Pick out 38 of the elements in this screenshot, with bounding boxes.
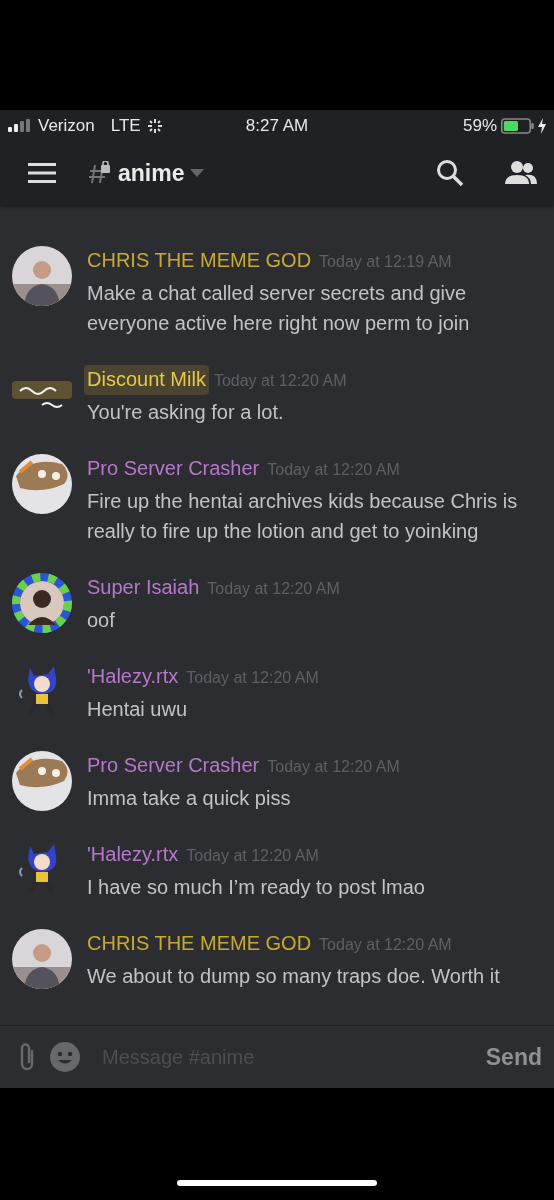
author-name[interactable]: Pro Server Crasher [87, 457, 260, 479]
charging-icon [538, 117, 546, 134]
signal-icon [8, 119, 32, 132]
author-name[interactable]: Pro Server Crasher [87, 754, 260, 776]
loading-icon [146, 117, 163, 134]
message-text: Fire up the hentai archives kids because Chris is really to fire up the lotion and get to yoinking [87, 489, 519, 544]
send-button[interactable]: Send [485, 1043, 542, 1071]
author-name[interactable]: 'Halezy.rtx [87, 665, 179, 687]
user-avatar[interactable] [12, 929, 72, 989]
members-icon[interactable] [504, 160, 538, 186]
emoji-icon[interactable] [50, 1042, 80, 1072]
message-text: You're asking for a lot. [87, 400, 285, 425]
battery-percent: 59% [462, 115, 497, 136]
message-text: We about to dump so many traps doe. Worth it [87, 964, 501, 989]
author-name[interactable]: CHRIS THE MEME GOD [87, 249, 312, 271]
attachment-icon[interactable] [18, 1042, 36, 1072]
author-name[interactable]: Discount Milk [87, 368, 206, 390]
user-avatar[interactable] [12, 573, 72, 633]
message-text: I have so much I’m ready to post lmao [87, 875, 426, 900]
message-text: Imma take a quick piss [87, 786, 292, 811]
channel-name[interactable]: anime [118, 159, 185, 187]
menu-icon[interactable] [28, 163, 56, 183]
locked-channel-icon [88, 161, 112, 185]
message-text: Make a chat called server secrets and give everyone active here right now perm to join [87, 281, 471, 336]
user-avatar[interactable] [12, 751, 72, 811]
user-avatar[interactable] [12, 246, 72, 306]
clock-time: 8:27 AM [245, 115, 309, 135]
message-text: Hentai uwu [87, 697, 189, 722]
search-icon[interactable] [436, 159, 464, 187]
carrier-name: Verizon [38, 115, 95, 136]
network-type: LTE [110, 115, 141, 136]
author-name[interactable]: Super Isaiah [87, 576, 200, 598]
author-name[interactable]: CHRIS THE MEME GOD [87, 932, 312, 954]
author-name[interactable]: 'Halezy.rtx [87, 843, 179, 865]
caret-icon[interactable] [190, 169, 205, 177]
message-text: oof [87, 608, 116, 633]
user-avatar[interactable] [12, 454, 72, 514]
battery-icon [501, 117, 534, 134]
